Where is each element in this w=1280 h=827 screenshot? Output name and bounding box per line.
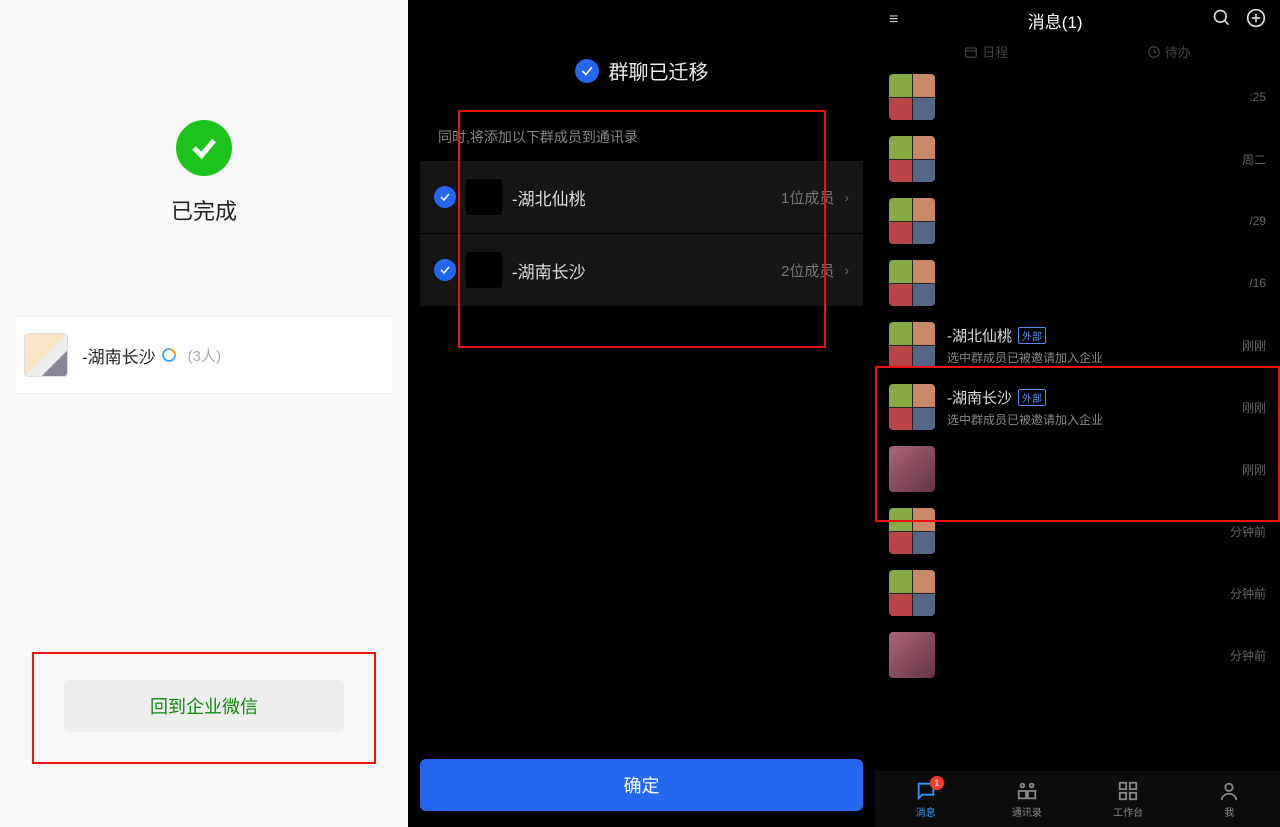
check-circle-icon xyxy=(575,59,599,83)
search-icon[interactable] xyxy=(1212,8,1232,33)
header-title: 消息(1) xyxy=(912,8,1198,33)
chat-time: 分钟前 xyxy=(1230,585,1266,602)
chevron-right-icon: › xyxy=(844,189,849,205)
checkbox-checked-icon[interactable] xyxy=(434,259,456,281)
chat-avatar xyxy=(889,322,935,368)
menu-icon[interactable]: ≡ xyxy=(889,11,898,29)
messages-header: ≡ 消息(1) xyxy=(875,0,1280,40)
group-avatar xyxy=(24,333,68,377)
migrated-title: 群聊已迁移 xyxy=(408,56,875,85)
chat-time: /16 xyxy=(1249,276,1266,290)
chat-avatar xyxy=(889,74,935,120)
chat-avatar xyxy=(889,260,935,306)
pane-completion: 已完成 -湖南长沙 (3人) 回到企业微信 xyxy=(0,0,408,827)
tab-contacts[interactable]: 通讯录 xyxy=(976,771,1077,827)
success-check-icon xyxy=(176,120,232,176)
chat-row[interactable]: /29 xyxy=(875,190,1280,252)
pane-messages: ≡ 消息(1) 日程 待办 :25 周二/29/16 -湖北仙桃外部选中群成员已被邀… xyxy=(875,0,1280,827)
annotation-red-box xyxy=(458,110,826,348)
chat-row[interactable]: /16 xyxy=(875,252,1280,314)
bottom-tab-bar: 1 消息 通讯录 工作台 我 xyxy=(875,771,1280,827)
chat-row[interactable]: :25 xyxy=(875,66,1280,128)
chat-avatar xyxy=(889,198,935,244)
chat-row[interactable]: 分钟前 xyxy=(875,624,1280,686)
tab-label: 我 xyxy=(1224,804,1234,819)
chat-row[interactable]: 分钟前 xyxy=(875,562,1280,624)
back-to-wecom-button[interactable]: 回到企业微信 xyxy=(64,680,344,732)
add-icon[interactable] xyxy=(1246,8,1266,33)
tab-label: 通讯录 xyxy=(1012,804,1042,819)
chat-time: 刚刚 xyxy=(1242,337,1266,354)
tab-schedule[interactable]: 日程 xyxy=(964,42,1008,61)
chat-time: :25 xyxy=(1249,90,1266,104)
group-member-count: (3人) xyxy=(188,345,221,366)
chat-avatar xyxy=(889,570,935,616)
tab-label: 消息 xyxy=(916,804,936,819)
checkbox-checked-icon[interactable] xyxy=(434,186,456,208)
chat-time: 分钟前 xyxy=(1230,523,1266,540)
group-name: -湖南长沙 xyxy=(82,343,156,368)
tab-todo-label: 待办 xyxy=(1165,42,1191,61)
tab-me[interactable]: 我 xyxy=(1179,771,1280,827)
confirm-button[interactable]: 确定 xyxy=(420,759,863,811)
tab-todo[interactable]: 待办 xyxy=(1147,42,1191,61)
chat-avatar xyxy=(889,632,935,678)
chat-time: /29 xyxy=(1249,214,1266,228)
sub-tabs: 日程 待办 xyxy=(875,40,1280,69)
chat-time: 周二 xyxy=(1242,151,1266,168)
wecom-group-icon xyxy=(160,346,178,364)
chat-name: -湖北仙桃 xyxy=(947,325,1012,346)
annotation-red-box xyxy=(875,366,1280,522)
chat-avatar xyxy=(889,136,935,182)
group-name-line: -湖南长沙 (3人) xyxy=(82,343,221,368)
tab-schedule-label: 日程 xyxy=(982,42,1008,61)
tab-workbench[interactable]: 工作台 xyxy=(1078,771,1179,827)
unread-badge: 1 xyxy=(930,776,944,790)
tab-label: 工作台 xyxy=(1113,804,1143,819)
completion-title: 已完成 xyxy=(0,194,408,226)
chevron-right-icon: › xyxy=(844,262,849,278)
chat-time: 分钟前 xyxy=(1230,647,1266,664)
tab-messages[interactable]: 1 消息 xyxy=(875,771,976,827)
migrated-title-text: 群聊已迁移 xyxy=(609,56,709,85)
chat-body: -湖北仙桃外部选中群成员已被邀请加入企业 xyxy=(947,325,1230,366)
chat-preview: 选中群成员已被邀请加入企业 xyxy=(947,349,1230,366)
chat-row[interactable]: 周二 xyxy=(875,128,1280,190)
group-card[interactable]: -湖南长沙 (3人) xyxy=(16,316,392,394)
external-badge: 外部 xyxy=(1018,327,1046,344)
